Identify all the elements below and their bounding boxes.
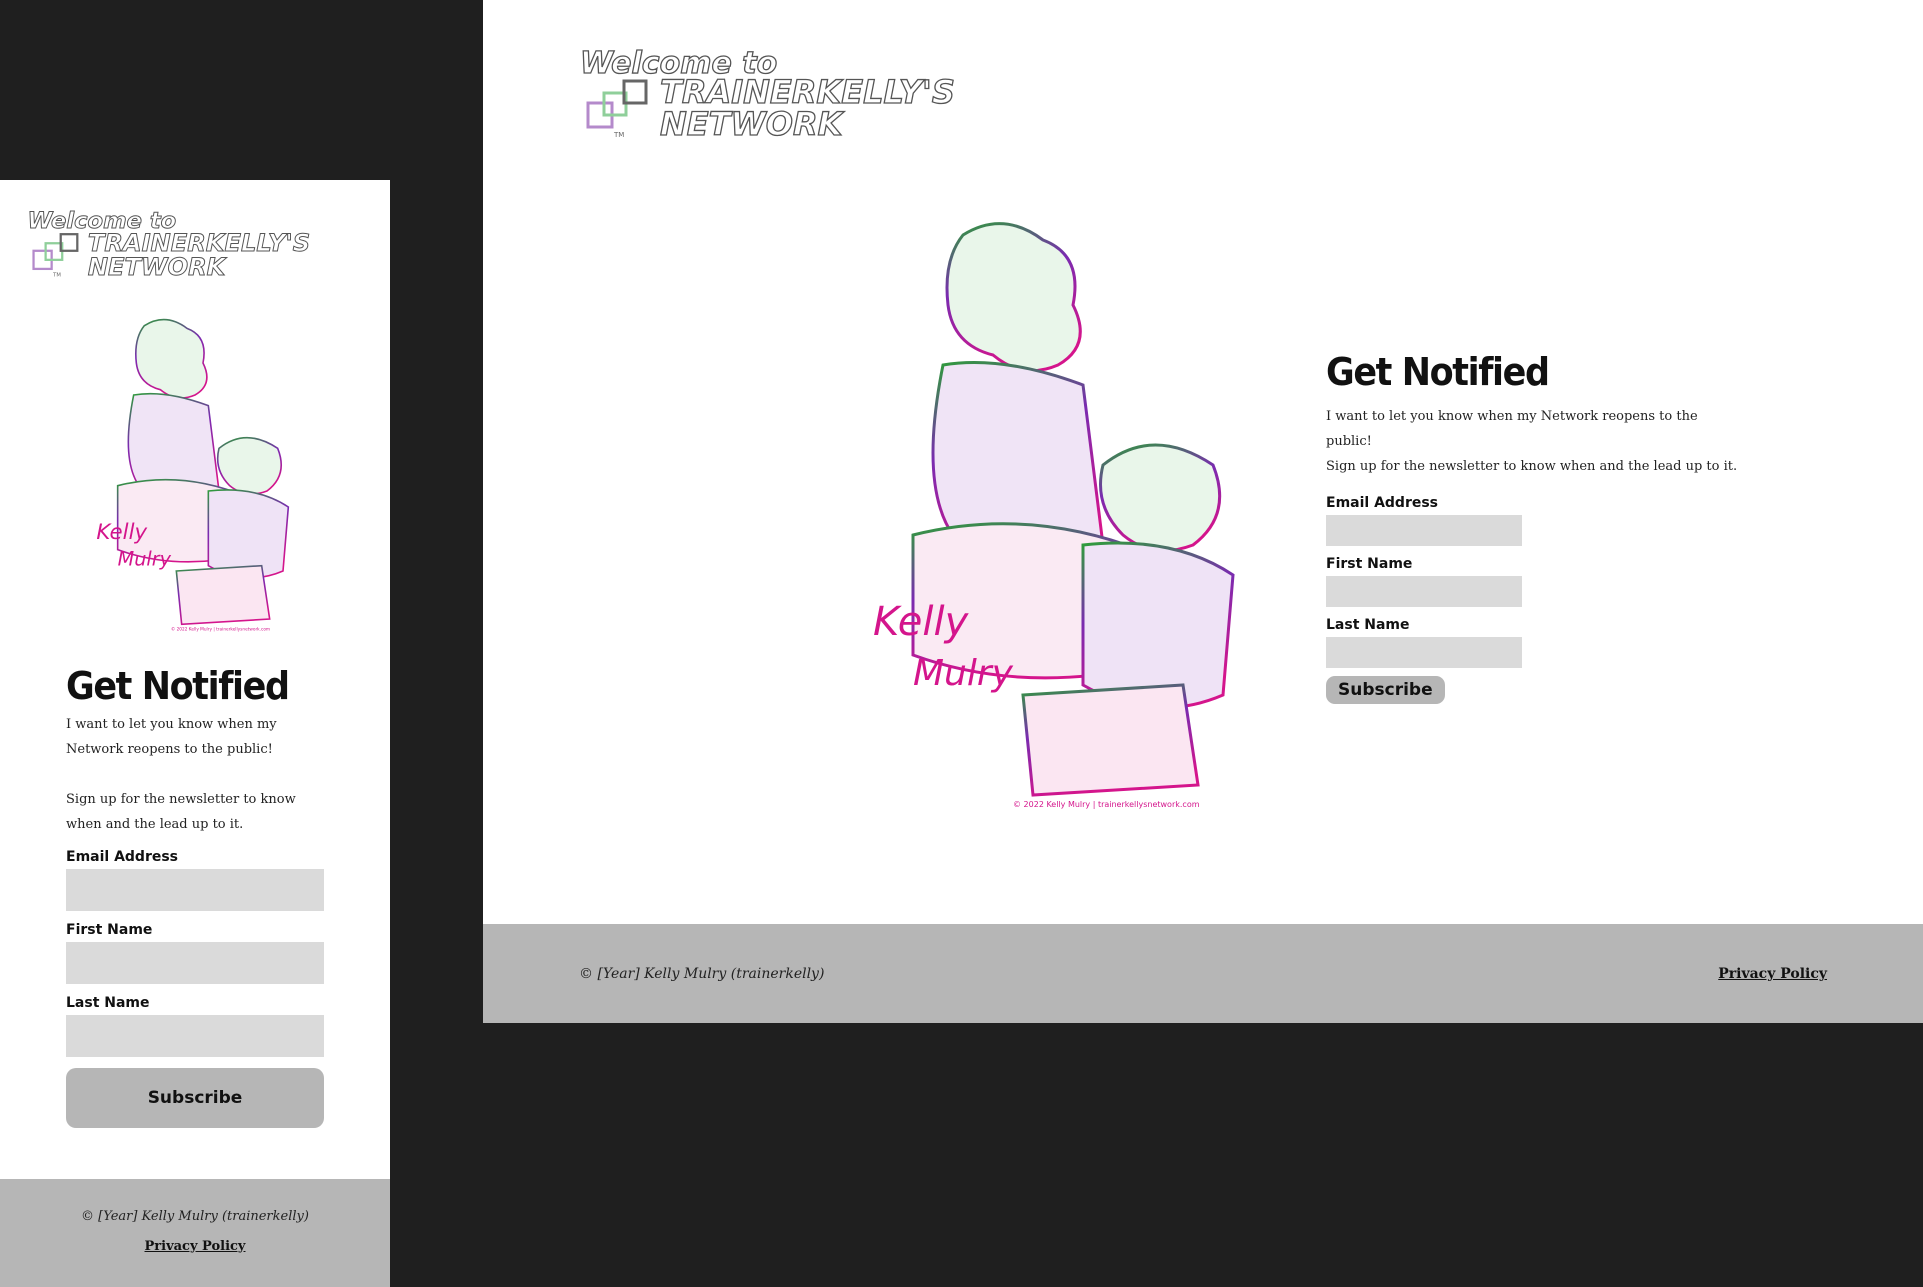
last-name-field[interactable]	[1326, 637, 1522, 668]
character-illustration: Kelly Mulry © 2022 Kelly Mulry | trainer…	[873, 222, 1235, 809]
last-name-label: Last Name	[1326, 617, 1410, 633]
footer: © [Year] Kelly Mulry (trainerkelly) Priv…	[0, 1179, 390, 1287]
character-illustration: Kelly Mulry © 2022 Kelly Mulry | trainer…	[96, 318, 290, 633]
first-name-field[interactable]	[1326, 576, 1522, 607]
logo-line-network: NETWORK	[660, 105, 845, 143]
signup-intro: I want to let you know when my Network r…	[1326, 404, 1746, 479]
first-name-label: First Name	[1326, 556, 1413, 572]
copyright-text: © [Year] Kelly Mulry (trainerkelly)	[81, 1209, 309, 1224]
signup-form: Get Notified I want to let you know when…	[66, 664, 324, 1128]
logo-squares-icon	[32, 233, 79, 271]
signature-mulry: Mulry	[118, 548, 172, 571]
mobile-preview: Welcome to TRAINERKELLY'S NETWORK TM Kel…	[0, 180, 390, 1287]
signature-mulry: Mulry	[913, 653, 1014, 694]
intro-line-2: Sign up for the newsletter to know when …	[1326, 459, 1738, 474]
email-field[interactable]	[66, 869, 324, 911]
first-name-field[interactable]	[66, 942, 324, 984]
signup-heading: Get Notified	[66, 664, 290, 708]
intro-line-1: I want to let you know when my Network r…	[66, 717, 277, 757]
logo-squares-icon	[586, 79, 648, 129]
email-field[interactable]	[1326, 515, 1522, 546]
intro-line-1: I want to let you know when my Network r…	[1326, 409, 1698, 449]
last-name-label: Last Name	[66, 995, 150, 1011]
privacy-policy-link[interactable]: Privacy Policy	[1718, 966, 1827, 982]
email-label: Email Address	[1326, 495, 1439, 511]
network-logo: Welcome to TRAINERKELLY'S NETWORK TM	[579, 45, 955, 143]
privacy-policy-link[interactable]: Privacy Policy	[145, 1239, 246, 1254]
subscribe-button[interactable]: Subscribe	[66, 1068, 324, 1128]
logo-tm: TM	[52, 272, 61, 278]
network-logo: Welcome to TRAINERKELLY'S NETWORK TM	[27, 208, 311, 281]
art-credit: © 2022 Kelly Mulry | trainerkellysnetwor…	[171, 626, 270, 633]
first-name-label: First Name	[66, 922, 153, 938]
signature-kelly: Kelly	[96, 520, 147, 545]
art-credit: © 2022 Kelly Mulry | trainerkellysnetwor…	[1013, 800, 1200, 809]
signup-heading: Get Notified	[1326, 350, 1550, 394]
signup-form: Get Notified I want to let you know when…	[1326, 350, 1746, 704]
logo-line-network: NETWORK	[88, 253, 228, 281]
email-label: Email Address	[66, 849, 179, 865]
logo-tm: TM	[613, 131, 624, 139]
signature-kelly: Kelly	[873, 599, 970, 645]
subscribe-button[interactable]: Subscribe	[1326, 676, 1445, 704]
signup-intro: I want to let you know when my Network r…	[66, 712, 324, 837]
footer: © [Year] Kelly Mulry (trainerkelly) Priv…	[483, 924, 1923, 1023]
desktop-preview: Welcome to TRAINERKELLY'S NETWORK TM Kel…	[483, 0, 1923, 1023]
last-name-field[interactable]	[66, 1015, 324, 1057]
copyright-text: © [Year] Kelly Mulry (trainerkelly)	[579, 966, 825, 982]
intro-line-2: Sign up for the newsletter to know when …	[66, 792, 296, 832]
